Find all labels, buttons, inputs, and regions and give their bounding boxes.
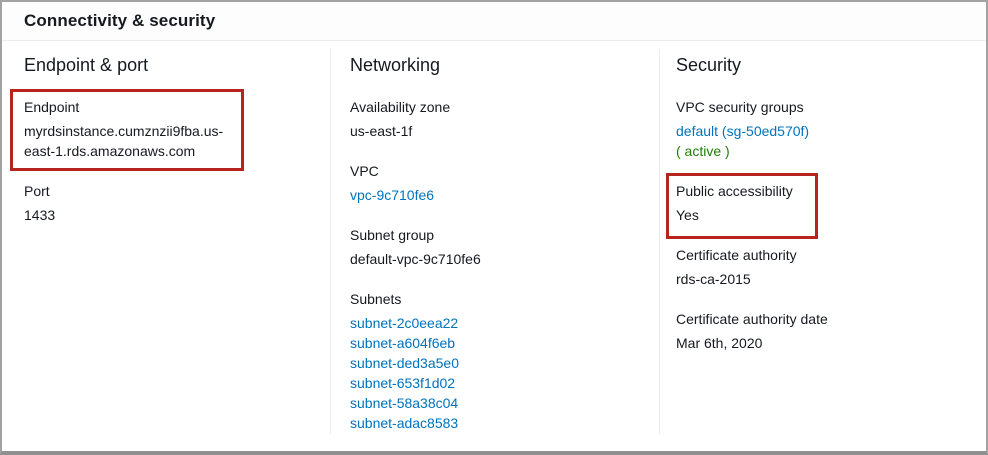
subnet-link[interactable]: subnet-ded3a5e0 [350,353,635,373]
subnets-field: Subnets subnet-2c0eea22 subnet-a604f6eb … [350,289,635,433]
certificate-authority-date-label: Certificate authority date [676,309,970,329]
certificate-authority-label: Certificate authority [676,245,970,265]
endpoint-field: Endpoint myrdsinstance.cumznzii9fba.us-e… [24,97,306,161]
subnet-link[interactable]: subnet-a604f6eb [350,333,635,353]
subnet-group-field: Subnet group default-vpc-9c710fe6 [350,225,635,269]
certificate-authority-date-value: Mar 6th, 2020 [676,333,970,353]
port-label: Port [24,181,306,201]
vpc-label: VPC [350,161,635,181]
subnet-link[interactable]: subnet-2c0eea22 [350,313,635,333]
subnets-label: Subnets [350,289,635,309]
security-group-link[interactable]: default (sg-50ed570f) [676,121,809,141]
vpc-security-groups-label: VPC security groups [676,97,970,117]
subnet-link[interactable]: subnet-58a38c04 [350,393,635,413]
public-accessibility-label: Public accessibility [676,181,970,201]
vpc-field: VPC vpc-9c710fe6 [350,161,635,205]
availability-zone-value: us-east-1f [350,121,635,141]
security-group-active-status: ( active ) [676,141,970,161]
public-accessibility-field: Public accessibility Yes [676,181,970,225]
endpoint-value: myrdsinstance.cumznzii9fba.us-east-1.rds… [24,121,232,161]
connectivity-security-panel: Connectivity & security Endpoint & port … [0,0,988,455]
vpc-security-groups-field: VPC security groups default (sg-50ed570f… [676,97,970,161]
panel-columns: Endpoint & port Endpoint myrdsinstance.c… [2,41,986,450]
port-value: 1433 [24,205,306,225]
subnet-group-value: default-vpc-9c710fe6 [350,249,635,269]
security-title: Security [676,54,970,76]
public-accessibility-value: Yes [676,205,970,225]
vpc-link[interactable]: vpc-9c710fe6 [350,185,434,205]
certificate-authority-date-field: Certificate authority date Mar 6th, 2020 [676,309,970,353]
subnet-link[interactable]: subnet-653f1d02 [350,373,635,393]
networking-title: Networking [350,54,635,76]
endpoint-port-title: Endpoint & port [24,54,306,76]
certificate-authority-value: rds-ca-2015 [676,269,970,289]
section-endpoint-port: Endpoint & port Endpoint myrdsinstance.c… [2,41,330,450]
availability-zone-field: Availability zone us-east-1f [350,97,635,141]
availability-zone-label: Availability zone [350,97,635,117]
section-security: Security VPC security groups default (sg… [660,41,986,450]
panel-header: Connectivity & security [2,2,986,41]
subnet-link[interactable]: subnet-adac8583 [350,413,635,433]
panel-title: Connectivity & security [24,11,215,31]
certificate-authority-field: Certificate authority rds-ca-2015 [676,245,970,289]
endpoint-label: Endpoint [24,97,306,117]
subnet-group-label: Subnet group [350,225,635,245]
port-field: Port 1433 [24,181,306,225]
section-networking: Networking Availability zone us-east-1f … [331,41,659,450]
